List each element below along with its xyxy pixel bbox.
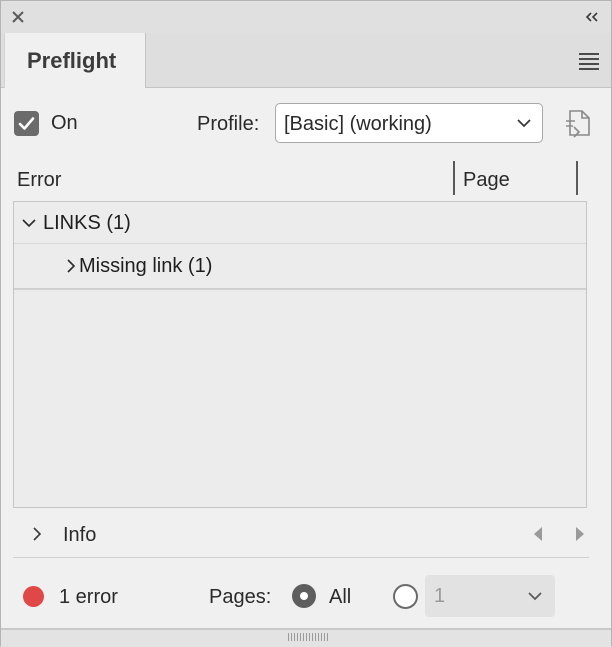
- previous-arrow-icon[interactable]: [531, 525, 545, 543]
- pages-range-dropdown[interactable]: 1: [425, 575, 555, 617]
- profile-value: [Basic] (working): [284, 113, 432, 135]
- info-section: Info: [13, 513, 589, 558]
- tab-preflight[interactable]: Preflight: [4, 33, 146, 88]
- on-label: On: [51, 112, 78, 134]
- document-define-profiles-icon[interactable]: [563, 107, 593, 139]
- profile-dropdown[interactable]: [Basic] (working): [275, 103, 543, 143]
- hamburger-menu-icon[interactable]: [579, 53, 599, 70]
- double-chevron-left-icon[interactable]: [583, 10, 601, 24]
- preflight-panel: Preflight On Profile: [Basic] (working) …: [0, 0, 612, 647]
- status-error-icon: [23, 586, 44, 607]
- tab-bar: Preflight: [1, 33, 611, 88]
- column-header: Error Page: [13, 161, 587, 201]
- column-divider[interactable]: [453, 161, 455, 195]
- on-checkbox[interactable]: [14, 111, 39, 136]
- checkmark-icon: [18, 117, 35, 130]
- column-error[interactable]: Error: [17, 169, 61, 192]
- error-group-label: LINKS (1): [43, 212, 131, 234]
- column-divider[interactable]: [576, 161, 578, 195]
- error-count: 1 error: [59, 586, 118, 608]
- pages-label: Pages:: [209, 586, 272, 608]
- info-label[interactable]: Info: [63, 524, 96, 547]
- resize-grip-icon[interactable]: [288, 633, 328, 641]
- resize-bar: [1, 628, 611, 647]
- next-arrow-icon[interactable]: [573, 525, 587, 543]
- chevron-down-icon: [528, 592, 542, 601]
- chevron-down-icon[interactable]: [22, 215, 36, 231]
- chevron-down-icon: [517, 119, 531, 128]
- pages-all-radio[interactable]: [292, 584, 316, 608]
- column-page[interactable]: Page: [463, 169, 510, 192]
- tab-preflight-label: Preflight: [27, 48, 117, 73]
- error-item-label: Missing link (1): [79, 255, 213, 277]
- pages-range-radio[interactable]: [393, 584, 418, 609]
- close-icon[interactable]: [10, 9, 26, 25]
- pages-range-value: 1: [434, 585, 446, 607]
- error-list[interactable]: LINKS (1) Missing link (1): [13, 201, 587, 508]
- chevron-right-icon[interactable]: [31, 525, 43, 543]
- panel-title-bar: [1, 1, 611, 34]
- profile-label: Profile:: [197, 113, 260, 135]
- pages-all-label[interactable]: All: [329, 586, 351, 609]
- error-group-row[interactable]: LINKS (1): [14, 202, 586, 244]
- error-item-row[interactable]: Missing link (1): [14, 245, 586, 290]
- chevron-right-icon[interactable]: [64, 258, 78, 274]
